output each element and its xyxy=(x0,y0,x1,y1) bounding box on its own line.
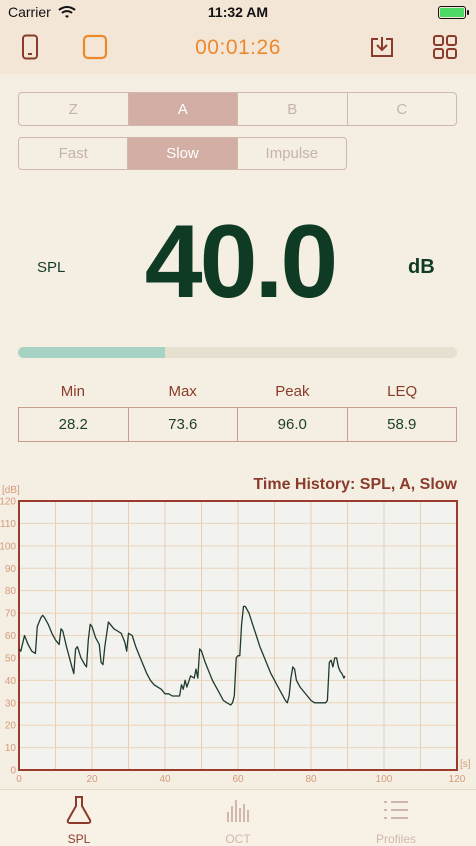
x-tick-label: 0 xyxy=(16,774,22,785)
response-selector: Fast Slow Impulse xyxy=(18,137,347,170)
battery-icon xyxy=(438,6,469,19)
y-tick-label: 30 xyxy=(5,698,17,709)
reading-label: SPL xyxy=(37,259,66,276)
apps-button[interactable] xyxy=(430,34,460,64)
response-fast[interactable]: Fast xyxy=(19,138,129,169)
stats-table: Min Max Peak LEQ 28.2 73.6 96.0 58.9 xyxy=(18,383,457,442)
stat-header-min: Min xyxy=(60,383,85,400)
stat-header-peak: Peak xyxy=(275,383,310,400)
tab-bar: SPL OCT Profiles xyxy=(0,789,476,846)
time-history-chart: 01020304050607080901001101200 20 40 60 80 100… xyxy=(0,485,471,785)
y-tick-label: 120 xyxy=(0,497,16,508)
x-tick-label: 120 xyxy=(449,774,466,785)
y-tick-label: 20 xyxy=(5,721,17,732)
export-button[interactable] xyxy=(367,34,397,64)
weighting-a[interactable]: A xyxy=(128,93,238,125)
stat-value-leq: 58.9 xyxy=(387,416,417,433)
bars-icon xyxy=(226,797,250,828)
weighting-b[interactable]: B xyxy=(238,93,348,125)
x-tick-label: 80 xyxy=(305,774,317,785)
tab-profiles-label: Profiles xyxy=(375,832,416,846)
grid-icon xyxy=(432,34,458,65)
reading-unit: dB xyxy=(408,256,435,278)
x-tick-label: 40 xyxy=(159,774,171,785)
stat-value-peak: 96.0 xyxy=(238,408,348,441)
tab-spl-label: SPL xyxy=(67,832,91,846)
list-icon xyxy=(382,798,410,827)
tab-profiles[interactable]: Profiles xyxy=(336,796,456,846)
level-meter-fill xyxy=(18,347,166,358)
y-tick-label: 60 xyxy=(5,631,17,642)
clock: 11:32 AM xyxy=(207,4,269,20)
x-axis-label: [s] xyxy=(460,759,471,770)
stat-header-leq: LEQ xyxy=(387,383,418,400)
y-tick-label: 110 xyxy=(0,519,16,530)
y-tick-label: 80 xyxy=(5,586,17,597)
stat-header-max: Max xyxy=(168,383,197,400)
toolbar: 00:01:26 xyxy=(0,26,476,74)
y-tick-label: 90 xyxy=(5,564,17,575)
level-meter xyxy=(18,347,457,358)
y-axis-label: [dB] xyxy=(2,485,20,496)
y-tick-label: 100 xyxy=(0,541,16,552)
tab-oct-label: OCT xyxy=(225,832,251,846)
stat-value-max: 73.6 xyxy=(129,408,238,441)
tab-spl[interactable]: SPL xyxy=(19,795,139,846)
weighting-z[interactable]: Z xyxy=(19,93,129,125)
y-tick-label: 70 xyxy=(5,609,17,620)
stat-value-min: 28.2 xyxy=(19,408,129,441)
reading-value: 40.0 xyxy=(144,204,338,320)
x-tick-label: 60 xyxy=(232,774,244,785)
x-tick-label: 20 xyxy=(86,774,98,785)
y-tick-label: 40 xyxy=(5,676,17,687)
response-impulse[interactable]: Impulse xyxy=(238,138,346,169)
elapsed-timer: 00:01:26 xyxy=(195,36,281,59)
flask-icon xyxy=(65,795,93,830)
response-slow[interactable]: Slow xyxy=(128,138,238,169)
x-tick-label: 100 xyxy=(376,774,393,785)
weighting-c[interactable]: C xyxy=(348,93,457,125)
download-tray-icon xyxy=(369,35,395,64)
tab-oct[interactable]: OCT xyxy=(178,796,298,846)
y-tick-label: 10 xyxy=(5,743,17,754)
status-bar: Carrier 11:32 AM xyxy=(0,0,476,26)
weighting-selector: Z A B C xyxy=(18,92,457,126)
y-tick-label: 50 xyxy=(5,653,17,664)
